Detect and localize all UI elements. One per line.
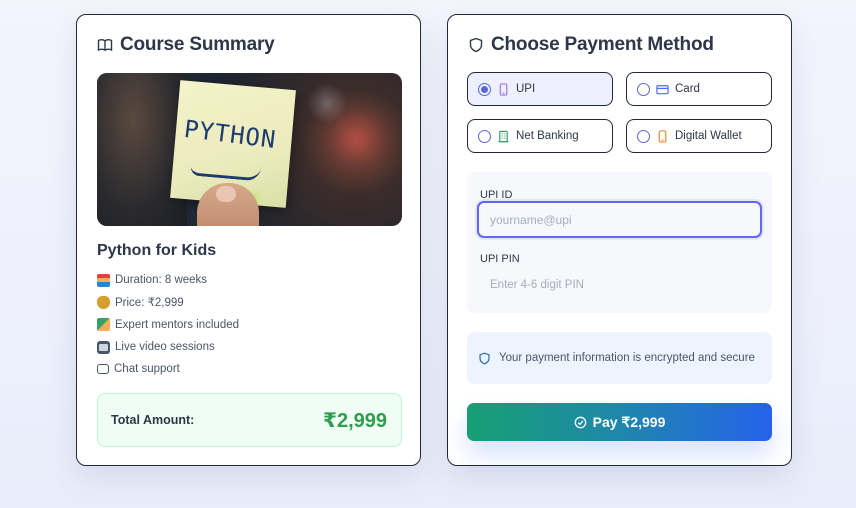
payment-option-net-banking[interactable]: Net Banking [467,119,613,153]
upi-form: UPI ID UPI PIN [467,172,772,313]
shield-icon [479,352,490,364]
teacher-emoji-icon [97,318,110,332]
course-summary-title: Course Summary [120,34,275,55]
course-name: Python for Kids [97,242,217,259]
total-label: Total Amount: [111,413,195,427]
feature-text: Price: ₹2,999 [115,297,184,310]
pay-button[interactable]: Pay ₹2,999 [467,403,772,441]
payment-option-label: Net Banking [516,130,579,142]
feature-text: Expert mentors included [115,318,240,331]
security-notice: Your payment information is encrypted an… [467,332,772,384]
radio-unselected[interactable] [637,82,650,96]
payment-option-label: UPI [516,83,536,95]
books-emoji-icon [97,273,110,287]
speech-bubble-icon [97,364,109,375]
course-summary-header: Course Summary [97,34,275,56]
feature-item: Duration: 8 weeks [97,269,239,291]
feature-text: Chat support [114,363,180,376]
payment-option-digital-wallet[interactable]: Digital Wallet [626,119,772,153]
money-bag-emoji-icon [97,295,110,309]
open-book-icon [97,39,113,52]
feature-text: Duration: 8 weeks [115,274,208,287]
tv-emoji-icon [97,340,110,354]
course-summary-card: Course Summary PYTHON Python for Kids Du… [76,14,421,466]
feature-list: Duration: 8 weeks Price: ₹2,999 Expert m… [97,269,239,380]
radio-unselected[interactable] [478,129,491,143]
phone-icon [499,82,508,96]
credit-card-icon [656,84,669,94]
radio-unselected[interactable] [637,129,650,143]
payment-method-card: Choose Payment Method UPI Card Net Banki… [447,14,792,466]
upi-pin-input[interactable] [477,270,762,300]
payment-option-label: Card [675,83,700,95]
payment-option-label: Digital Wallet [675,130,742,142]
sticky-note-text: PYTHON [182,114,278,154]
total-amount-box: Total Amount: ₹2,999 [97,393,402,447]
payment-method-header: Choose Payment Method [468,34,714,56]
upi-id-input[interactable] [477,201,762,238]
upi-id-label: UPI ID [480,189,513,201]
payment-option-upi[interactable]: UPI [467,72,613,106]
payment-option-card[interactable]: Card [626,72,772,106]
feature-item: Price: ₹2,999 [97,291,239,313]
shield-icon [469,37,483,53]
payment-method-title: Choose Payment Method [491,34,714,55]
bank-icon [498,130,509,142]
check-circle-icon [574,416,586,428]
feature-item: Expert mentors included [97,314,239,336]
pay-button-label: Pay ₹2,999 [592,413,666,430]
feature-item: Chat support [97,358,239,380]
upi-pin-label: UPI PIN [480,253,520,265]
total-value: ₹2,999 [323,409,387,432]
feature-text: Live video sessions [115,341,215,354]
security-notice-text: Your payment information is encrypted an… [499,352,755,364]
radio-selected[interactable] [478,82,491,96]
course-image: PYTHON [97,73,402,226]
wallet-icon [658,129,667,143]
feature-item: Live video sessions [97,336,239,358]
